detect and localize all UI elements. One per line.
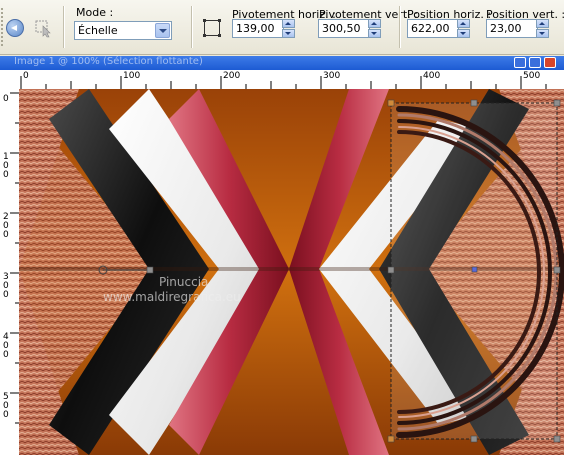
- v-tick-label: 1 0 0: [3, 152, 9, 180]
- pos-v-spinner[interactable]: [536, 19, 549, 38]
- pos-h-spinner[interactable]: [457, 19, 470, 38]
- h-tick-label: 400: [423, 71, 441, 81]
- watermark-text: Pinuccia: [159, 275, 209, 289]
- v-tick-label: 2 0 0: [3, 212, 9, 240]
- watermark-text: www.maldiregrafica.eu: [103, 290, 241, 304]
- horizontal-ruler-ticks: [20, 76, 547, 89]
- selection-tool-icon[interactable]: [34, 18, 54, 38]
- pivot-v-spinner[interactable]: [368, 19, 381, 38]
- v-tick-label: 0: [3, 94, 9, 104]
- h-tick-label: 100: [123, 71, 141, 81]
- v-tick-label: 3 0 0: [3, 272, 9, 300]
- image-window-titlebar[interactable]: Image 1 @ 100% (Sélection flottante): [0, 56, 564, 70]
- pos-v-input[interactable]: 23,00: [486, 19, 538, 38]
- h-tick-label: 500: [523, 71, 541, 81]
- image-canvas[interactable]: Pinuccia www.maldiregrafica.eu: [19, 89, 564, 455]
- pivot-box-icon[interactable]: [203, 19, 221, 37]
- horizontal-ruler: 0 100 200 300 400 500: [0, 70, 564, 90]
- pivot-v-input[interactable]: 300,50: [318, 19, 370, 38]
- pivot-h-spinner[interactable]: [282, 19, 295, 38]
- tool-options-bar: Mode : Échelle Pivotement horiz. : 139,0…: [0, 0, 564, 55]
- h-tick-label: 0: [23, 71, 29, 81]
- minimize-icon[interactable]: [514, 57, 526, 68]
- toolbar-grip[interactable]: [0, 0, 5, 54]
- window-title: Image 1 @ 100% (Sélection flottante): [14, 56, 203, 67]
- back-arrow-icon[interactable]: [6, 19, 24, 37]
- mode-label: Mode :: [76, 6, 114, 19]
- v-tick-label: 5 0 0: [3, 392, 9, 420]
- pivot-h-input[interactable]: 139,00: [232, 19, 284, 38]
- chevron-down-icon[interactable]: [155, 23, 170, 38]
- pos-h-input[interactable]: 622,00: [407, 19, 459, 38]
- mode-select[interactable]: Échelle: [74, 21, 172, 40]
- mode-select-value: Échelle: [78, 24, 118, 37]
- v-tick-label: 4 0 0: [3, 332, 9, 360]
- maximize-icon[interactable]: [529, 57, 541, 68]
- vertical-ruler: 0 1 0 0 2 0 0 3 0 0 4 0 0 5 0 0: [0, 89, 20, 455]
- close-icon[interactable]: [544, 57, 556, 68]
- h-tick-label: 200: [223, 71, 241, 81]
- artwork: [19, 89, 564, 455]
- h-tick-label: 300: [323, 71, 341, 81]
